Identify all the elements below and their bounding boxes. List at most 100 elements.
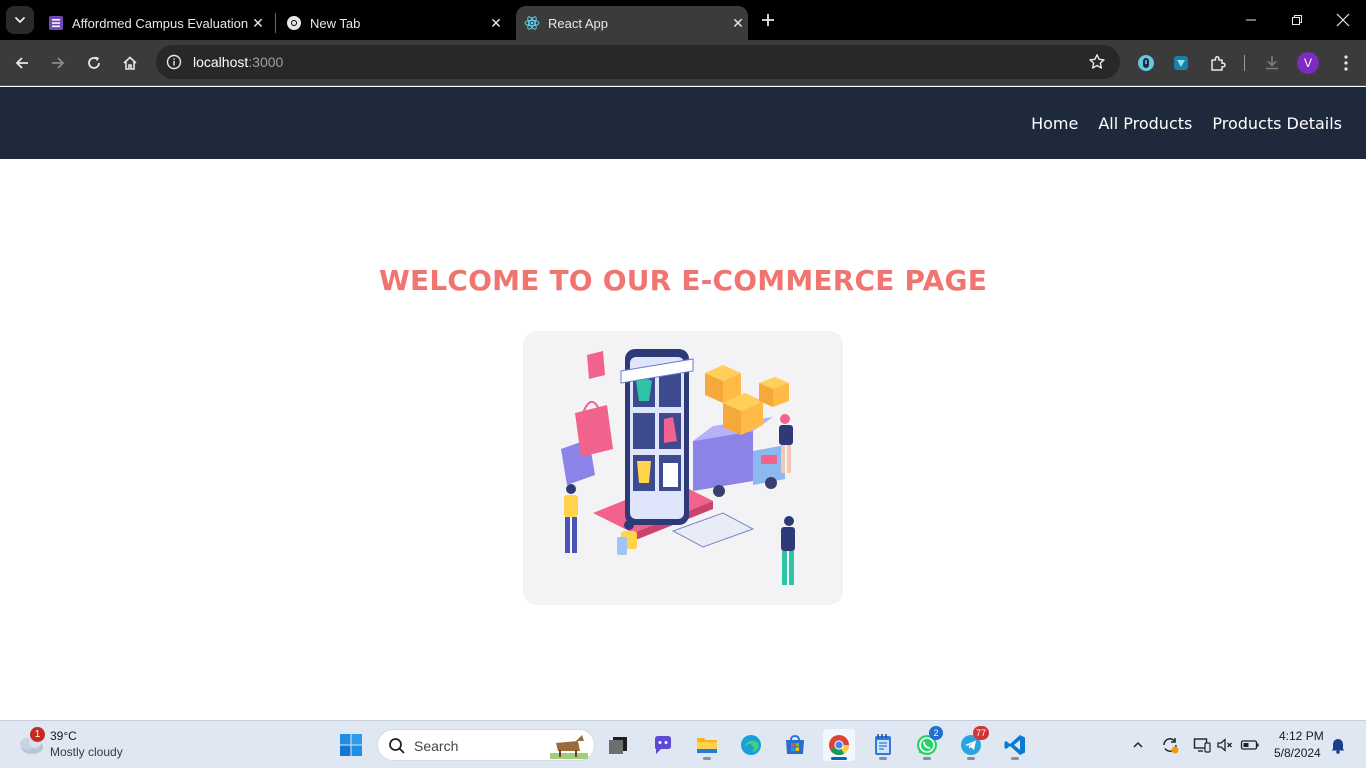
close-window-button[interactable] bbox=[1331, 8, 1355, 32]
browser-tab-new-tab[interactable]: New Tab ✕ bbox=[286, 6, 506, 40]
sync-icon bbox=[1163, 738, 1179, 754]
browser-tab-react-app[interactable]: React App ✕ bbox=[516, 6, 748, 40]
close-icon bbox=[1336, 13, 1350, 27]
task-view-button[interactable] bbox=[602, 729, 634, 761]
whatsapp-button[interactable]: 2 bbox=[911, 726, 943, 761]
search-icon bbox=[389, 738, 405, 754]
weather-alert-badge: 1 bbox=[30, 727, 45, 742]
forward-button[interactable] bbox=[46, 51, 70, 75]
close-tab-icon[interactable]: ✕ bbox=[728, 13, 748, 33]
arrow-right-icon bbox=[52, 57, 65, 69]
tab-title: New Tab bbox=[310, 15, 361, 31]
running-indicator bbox=[879, 757, 887, 760]
file-explorer-button[interactable] bbox=[691, 729, 723, 761]
extension-1-button[interactable] bbox=[1134, 51, 1158, 75]
display-tray-button[interactable] bbox=[1192, 735, 1212, 755]
url-host: localhost bbox=[193, 54, 249, 70]
notification-badge: 2 bbox=[929, 726, 943, 740]
copilot-icon bbox=[655, 736, 671, 754]
tab-title: React App bbox=[548, 15, 608, 31]
react-icon bbox=[524, 15, 540, 31]
url-text: localhost:3000 bbox=[193, 54, 283, 70]
weather-description: Mostly cloudy bbox=[50, 745, 123, 759]
tab-search-button[interactable] bbox=[6, 6, 34, 34]
arrow-left-icon bbox=[15, 57, 28, 69]
browser-menu-button[interactable] bbox=[1334, 51, 1358, 75]
minimize-icon bbox=[1246, 19, 1256, 21]
running-indicator bbox=[967, 757, 975, 760]
vscode-icon bbox=[1004, 735, 1025, 755]
volume-tray-button[interactable] bbox=[1215, 735, 1235, 755]
sync-tray-button[interactable] bbox=[1160, 735, 1180, 755]
store-icon bbox=[786, 735, 804, 754]
windows-taskbar: 1 39°C Mostly cloudy Search 2 77 4:12 PM… bbox=[0, 720, 1366, 768]
extension-2-button[interactable] bbox=[1169, 51, 1193, 75]
chrome-icon bbox=[829, 735, 850, 756]
running-indicator bbox=[703, 757, 711, 760]
extension-app-icon bbox=[1174, 56, 1188, 70]
monitor-phone-icon bbox=[1193, 738, 1211, 753]
nav-link-all-products[interactable]: All Products bbox=[1098, 114, 1192, 133]
chevron-up-icon bbox=[1133, 741, 1143, 748]
weather-temperature: 39°C bbox=[50, 729, 77, 743]
volume-muted-icon bbox=[1217, 738, 1232, 752]
welcome-heading: WELCOME TO OUR E-COMMERCE PAGE bbox=[378, 264, 988, 297]
bell-icon bbox=[1331, 739, 1345, 754]
notification-badge: 77 bbox=[973, 726, 990, 740]
notifications-button[interactable] bbox=[1328, 735, 1348, 755]
ecommerce-illustration bbox=[561, 349, 795, 585]
battery-icon bbox=[1240, 740, 1259, 750]
active-indicator bbox=[831, 757, 847, 760]
puzzle-icon bbox=[1211, 56, 1226, 71]
restore-window-button[interactable] bbox=[1285, 8, 1309, 32]
minimize-window-button[interactable] bbox=[1239, 8, 1263, 32]
chrome-taskbar-button[interactable] bbox=[823, 729, 855, 761]
browser-toolbar: localhost:3000 V bbox=[0, 40, 1366, 86]
running-indicator bbox=[923, 757, 931, 760]
edge-button[interactable] bbox=[735, 729, 767, 761]
extensions-button[interactable] bbox=[1206, 51, 1230, 75]
address-bar[interactable]: localhost:3000 bbox=[156, 45, 1120, 79]
windows-icon bbox=[340, 734, 362, 756]
home-button[interactable] bbox=[118, 51, 142, 75]
toolbar-divider bbox=[1244, 55, 1245, 71]
profile-avatar[interactable]: V bbox=[1297, 52, 1319, 74]
close-tab-icon[interactable]: ✕ bbox=[486, 13, 506, 33]
clock-time: 4:12 PM bbox=[1279, 729, 1324, 743]
close-tab-icon[interactable]: ✕ bbox=[248, 13, 268, 33]
notepad-button[interactable] bbox=[867, 729, 899, 761]
url-port: :3000 bbox=[248, 54, 284, 70]
site-info-icon[interactable] bbox=[164, 52, 184, 72]
folder-icon bbox=[697, 738, 717, 753]
tab-separator bbox=[275, 13, 276, 33]
home-icon bbox=[123, 56, 137, 70]
store-button[interactable] bbox=[779, 729, 811, 761]
downloads-button[interactable] bbox=[1260, 51, 1284, 75]
battery-tray-button[interactable] bbox=[1240, 735, 1260, 755]
notepad-icon bbox=[875, 734, 891, 755]
tab-title: Affordmed Campus Evaluation bbox=[72, 15, 248, 31]
vscode-button[interactable] bbox=[999, 729, 1031, 761]
back-button[interactable] bbox=[10, 51, 34, 75]
bookmark-star-icon[interactable] bbox=[1088, 53, 1106, 71]
clock-date: 5/8/2024 bbox=[1274, 746, 1321, 760]
nav-link-home[interactable]: Home bbox=[1031, 114, 1078, 133]
running-indicator bbox=[1011, 757, 1019, 760]
nav-link-products-details[interactable]: Products Details bbox=[1212, 114, 1342, 133]
edge-icon bbox=[741, 735, 761, 755]
reload-button[interactable] bbox=[82, 51, 106, 75]
forms-icon bbox=[48, 15, 64, 31]
task-view-icon bbox=[609, 737, 627, 754]
show-hidden-icons-button[interactable] bbox=[1128, 735, 1148, 755]
plus-icon bbox=[762, 14, 774, 26]
reload-icon bbox=[88, 56, 100, 69]
download-icon bbox=[1266, 56, 1278, 70]
restore-icon bbox=[1292, 15, 1302, 25]
chevron-down-icon bbox=[15, 17, 25, 24]
browser-tab-affordmed[interactable]: Affordmed Campus Evaluation ✕ bbox=[48, 6, 268, 40]
new-tab-button[interactable] bbox=[757, 9, 779, 31]
taskbar-search[interactable]: Search bbox=[377, 729, 595, 761]
copilot-button[interactable] bbox=[647, 729, 679, 761]
start-button[interactable] bbox=[335, 729, 367, 761]
telegram-button[interactable]: 77 bbox=[955, 726, 990, 761]
